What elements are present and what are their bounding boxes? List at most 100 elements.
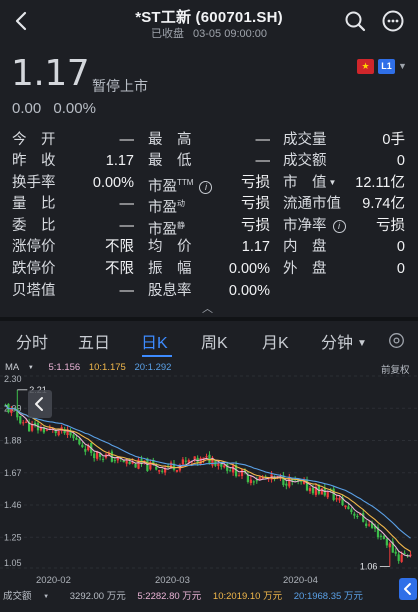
candle-body — [362, 513, 365, 522]
ma10-line — [5, 404, 411, 552]
candle-body — [255, 480, 258, 482]
candle-body — [158, 470, 161, 472]
candle-body — [22, 422, 25, 424]
stat-value-open: — — [119, 132, 135, 148]
level1-badge[interactable]: L1 — [378, 59, 395, 74]
stat-value-turnover-rate: 0.00% — [92, 175, 134, 191]
candle-body — [320, 488, 323, 495]
more-button[interactable] — [381, 9, 405, 33]
stat-value-low: — — [255, 153, 271, 169]
y-tick-label: 1.46 — [4, 500, 22, 510]
y-tick-label: 1.05 — [4, 558, 22, 568]
china-flag-icon: ★ — [357, 59, 374, 74]
candle-body — [84, 448, 87, 452]
candle-body — [113, 460, 116, 462]
y-tick-label: 1.88 — [4, 436, 22, 446]
candle-body — [347, 506, 350, 510]
tab-five-day[interactable]: 五日 — [78, 329, 110, 353]
volume-legend[interactable]: 成交额 ▼ 3292.00 万元 5:2282.80 万元 10:2019.10… — [3, 588, 372, 602]
candle-body — [356, 515, 359, 517]
candle-body — [45, 429, 48, 431]
pe-dynamic-sup: 动 — [177, 199, 185, 208]
chart-scroll-right-button[interactable] — [399, 578, 417, 600]
volume-ma5: 5:2282.80 万元 — [137, 591, 202, 602]
candle-body — [368, 524, 371, 526]
market-cap-label: 市 值 — [283, 175, 327, 191]
stat-value-volume: 0手 — [382, 132, 405, 148]
stat-value-volume-ratio: — — [119, 196, 135, 212]
tab-monthly-k[interactable]: 月K — [262, 329, 289, 353]
candle-body — [57, 430, 60, 436]
halt-status: 暂停上市 — [92, 78, 148, 94]
stat-value-dividend: 0.00% — [228, 283, 270, 299]
candle-body — [338, 497, 341, 501]
status-datetime: 03-05 09:00:00 — [193, 28, 268, 40]
candle-body — [252, 481, 255, 483]
candle-body — [78, 439, 81, 445]
stat-value-limit-up: 不限 — [105, 239, 134, 255]
candle-body — [397, 554, 400, 561]
x-axis-label: 2020-02 — [36, 575, 71, 586]
candle-body — [226, 463, 229, 471]
candle-body — [125, 460, 128, 464]
candle-body — [19, 416, 22, 424]
candle-body — [258, 476, 261, 480]
candle-body — [217, 463, 220, 467]
candle-body — [205, 456, 208, 458]
candle-body — [81, 444, 84, 448]
low-price-label: 1.06 — [360, 561, 378, 571]
search-button[interactable] — [343, 9, 367, 33]
badge-dropdown-icon[interactable]: ▼ — [398, 61, 407, 71]
tab-minute[interactable]: 分钟 ▼ — [321, 329, 367, 353]
candle-body — [175, 470, 179, 472]
y-tick-label: 1.25 — [4, 532, 22, 542]
stat-value-prev-close: 1.17 — [105, 153, 134, 169]
candle-body — [326, 491, 329, 498]
candle-body — [335, 498, 338, 500]
candle-body — [403, 552, 406, 554]
y-tick-label: 1.67 — [4, 468, 22, 478]
stat-value-avg-price: 1.17 — [241, 239, 270, 255]
candle-body — [161, 470, 164, 472]
active-tab-indicator — [142, 355, 172, 357]
candle-body — [181, 459, 184, 465]
candle-body — [72, 434, 75, 439]
candle-body — [311, 487, 315, 494]
tab-intraday[interactable]: 分时 — [16, 329, 48, 353]
candle-body — [394, 551, 397, 554]
stat-value-outer: 0 — [396, 261, 405, 277]
candle-body — [155, 466, 158, 470]
search-icon — [345, 11, 366, 32]
chart-settings-button[interactable] — [388, 332, 405, 349]
stat-value-float-cap: 9.74亿 — [362, 196, 405, 212]
candle-body — [193, 456, 196, 460]
pe-static-sup: 静 — [177, 221, 185, 230]
ma20-line — [5, 404, 411, 539]
volume-value: 3292.00 万元 — [69, 591, 126, 602]
candle-body — [237, 475, 241, 477]
collapse-caret-icon[interactable]: ︿ — [202, 300, 213, 316]
volume-label: 成交额 ▼ — [3, 591, 50, 602]
close-status: 已收盘 — [150, 28, 184, 40]
x-axis-label: 2020-03 — [155, 575, 190, 586]
tab-daily-k[interactable]: 日K — [141, 329, 168, 353]
stat-value-high: — — [255, 132, 271, 148]
settings-icon — [389, 333, 404, 348]
candle-body — [187, 460, 190, 463]
pb-label: 市净率 — [283, 218, 327, 234]
chart-scroll-left-button[interactable] — [28, 390, 52, 418]
candle-body — [308, 488, 312, 492]
tab-weekly-k[interactable]: 周K — [201, 329, 228, 353]
change-percent: 0.00% — [53, 100, 96, 117]
stat-value-pe-static: 亏损 — [241, 218, 270, 234]
candle-body — [285, 483, 288, 486]
stat-value-pb: 亏损 — [376, 218, 405, 234]
candlestick-chart[interactable]: 2.302.091.881.671.461.251.052.211.06 — [0, 372, 418, 584]
candle-body — [353, 513, 356, 516]
candle-body — [128, 461, 131, 465]
chevron-left-icon — [404, 583, 411, 595]
candle-body — [382, 536, 386, 539]
dropdown-caret-icon: ▼ — [357, 338, 367, 349]
candle-body — [223, 465, 226, 468]
stat-value-turnover: 0 — [396, 153, 405, 169]
